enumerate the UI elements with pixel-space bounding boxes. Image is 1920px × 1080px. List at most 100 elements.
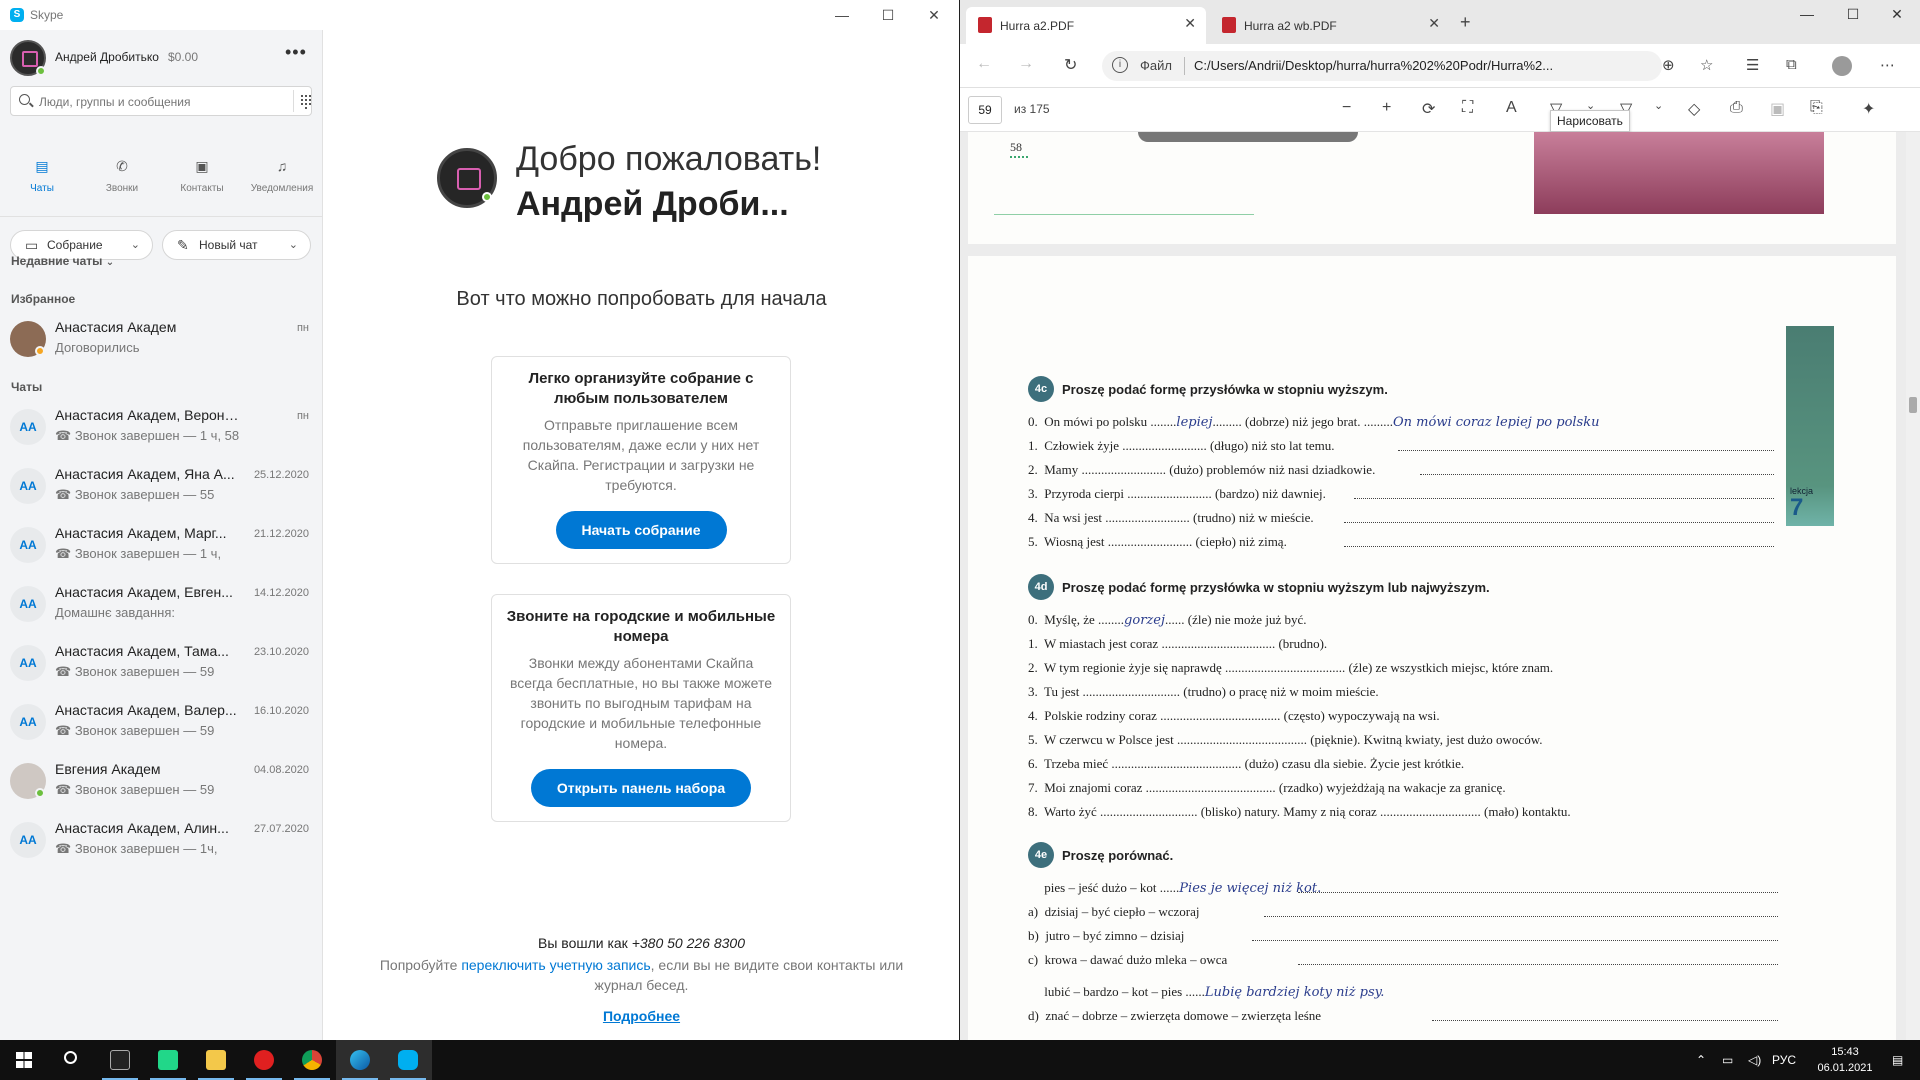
pdf-toolbar: 59 из 175 − + ⟳ ⛶ A ▽ ⌄ ▽ ⌄ ◇ ⎙ ▣ ⎘ ✦ (960, 88, 1920, 132)
clock[interactable]: 15:43 06.01.2021 (1810, 1044, 1880, 1076)
close-tab-icon[interactable]: ✕ (1428, 15, 1440, 32)
learn-more-link[interactable]: Подробнее (324, 1008, 959, 1024)
favorite-star-icon[interactable]: ☆ (1700, 56, 1713, 74)
forward-icon[interactable]: → (1018, 55, 1034, 73)
tab-calls[interactable]: ✆ Звонки (82, 140, 162, 210)
pin-toolbar-icon[interactable]: ✦ (1862, 99, 1875, 119)
volume-icon[interactable]: ◁) (1748, 1053, 1761, 1067)
favorite-chat-item[interactable]: Анастасия Академ Договорились пн (0, 310, 323, 368)
fit-page-icon[interactable]: ⛶ (1462, 99, 1473, 117)
zoom-icon[interactable]: ⊕ (1662, 56, 1675, 74)
rotate-icon[interactable]: ⟳ (1422, 99, 1435, 119)
start-button[interactable] (0, 1040, 48, 1080)
minimize-button[interactable]: — (1784, 6, 1830, 32)
tab-notifications[interactable]: ♫ Уведомления (242, 140, 322, 210)
dialpad-icon[interactable] (293, 90, 315, 112)
chat-item[interactable]: AA Анастасия Академ, Тама... ☎ Звонок за… (0, 634, 323, 692)
save-as-icon[interactable]: ⎘ (1810, 99, 1823, 117)
pdf-viewer[interactable]: 58 lekcja 7 4c Proszę podać formę przysł… (960, 132, 1906, 1040)
start-meeting-button[interactable]: Начать собрание (555, 511, 727, 549)
tab-contacts[interactable]: ▣ Контакты (162, 140, 242, 210)
read-aloud-icon[interactable]: A (1506, 99, 1517, 117)
exercise-line: pies – jeść dużo – kot ......Pies je wię… (1028, 880, 1322, 896)
language-indicator[interactable]: РУС (1772, 1053, 1796, 1067)
chevron-down-icon: ⌄ (288, 239, 298, 251)
exercise-line: 0. Myślę, że ........gorzej...... (źle) … (1028, 612, 1307, 628)
notifications-icon[interactable]: ▤ (1892, 1053, 1903, 1067)
profile-balance[interactable]: $0.00 (168, 50, 198, 64)
zoom-in-icon[interactable]: + (1382, 99, 1391, 117)
maximize-button[interactable]: ☐ (1830, 6, 1876, 32)
chat-item[interactable]: Евгения Академ ☎ Звонок завершен — 59 04… (0, 752, 323, 810)
recent-chats-dropdown[interactable]: Недавние чаты ⌄ (11, 254, 114, 268)
minimize-button[interactable]: — (819, 0, 865, 30)
close-button[interactable]: ✕ (911, 0, 957, 30)
switch-account-link[interactable]: переключить учетную запись (461, 957, 650, 973)
close-tab-icon[interactable]: ✕ (1184, 15, 1196, 32)
collections-icon[interactable]: ⧉ (1786, 56, 1797, 73)
taskbar-pycharm[interactable] (144, 1040, 192, 1080)
chat-date: 23.10.2020 (253, 646, 309, 658)
chat-item[interactable]: AA Анастасия Академ, Яна А... ☎ Звонок з… (0, 457, 323, 515)
back-icon[interactable]: ← (976, 55, 992, 73)
scrollbar-thumb[interactable] (1909, 397, 1917, 413)
terminal-icon (110, 1050, 130, 1070)
new-chat-button[interactable]: ✎ Новый чат ⌄ (162, 230, 311, 260)
tab-chats[interactable]: ▤ Чаты (2, 140, 82, 210)
pdf-scrollbar[interactable] (1906, 132, 1920, 1040)
save-icon[interactable]: ▣ (1770, 99, 1785, 119)
meeting-card: Легко организуйте собрание с любым польз… (491, 356, 791, 564)
taskbar-edge[interactable] (336, 1040, 384, 1080)
search-input[interactable] (39, 92, 279, 112)
online-status-icon (36, 66, 46, 76)
chat-name: Анастасия Академ, Яна А... (55, 466, 235, 482)
page-number-input[interactable]: 59 (968, 96, 1002, 124)
eraser-icon[interactable]: ◇ (1688, 99, 1700, 119)
user-profile-icon[interactable] (1832, 56, 1852, 76)
chat-item[interactable]: AA Анастасия Академ, Валер... ☎ Звонок з… (0, 693, 323, 751)
show-hidden-icons-icon[interactable]: ⌃ (1696, 1053, 1706, 1067)
taskbar-explorer[interactable] (192, 1040, 240, 1080)
search-box[interactable] (10, 86, 312, 116)
chat-item[interactable]: AA Анастасия Академ, Евген... Домашнє за… (0, 575, 323, 633)
taskbar-media-player[interactable] (240, 1040, 288, 1080)
card-description: Отправьте приглашение всем пользователям… (522, 417, 760, 493)
welcome-title: Добро пожаловать! (516, 140, 822, 178)
url-text[interactable]: C:/Users/Andrii/Desktop/hurra/hurra%202%… (1194, 58, 1624, 73)
chat-item[interactable]: AA Анастасия Академ, Марг... ☎ Звонок за… (0, 516, 323, 574)
avatar: AA (10, 586, 46, 622)
network-icon[interactable]: ▭ (1722, 1053, 1733, 1067)
close-button[interactable]: ✕ (1874, 6, 1920, 32)
lesson-number: 7 (1790, 494, 1804, 521)
tooltip: Нарисовать (1550, 110, 1630, 132)
meeting-button-label: Собрание (47, 238, 103, 252)
handwritten-answer: Lubię bardziej koty niż psy. (1204, 985, 1385, 1000)
exercise-line: 6. Trzeba mieć .........................… (1028, 756, 1465, 771)
answer-line (1344, 546, 1774, 547)
exercise-line: 2. Mamy .......................... (dużo… (1028, 462, 1376, 477)
chat-item[interactable]: AA Анастасия Академ, Вероника А... ☎ Зво… (0, 398, 323, 456)
new-tab-icon[interactable]: + (1460, 12, 1471, 33)
exercise-heading: Proszę podać formę przysłówka w stopniu … (1062, 580, 1490, 595)
favorites-list-icon[interactable]: ☰ (1746, 56, 1759, 74)
chat-item[interactable]: AA Анастасия Академ, Алин... ☎ Звонок за… (0, 811, 323, 869)
taskbar-skype[interactable] (384, 1040, 432, 1080)
zoom-out-icon[interactable]: − (1342, 99, 1351, 117)
avatar: AA (10, 645, 46, 681)
taskbar-terminal[interactable] (96, 1040, 144, 1080)
search-button[interactable] (48, 1040, 96, 1080)
card-description: Звонки между абонентами Скайпа всегда бе… (509, 655, 773, 751)
address-bar[interactable]: i Файл C:/Users/Andrii/Desktop/hurra/hur… (1102, 51, 1662, 81)
settings-more-icon[interactable]: ⋯ (1880, 56, 1895, 74)
chevron-down-icon[interactable]: ⌄ (1654, 99, 1663, 112)
card-title: Звоните на городские и мобильные номера (506, 608, 776, 645)
profile-name[interactable]: Андрей Дробитько (55, 50, 159, 64)
taskbar-chrome[interactable] (288, 1040, 336, 1080)
browser-tab-active[interactable]: Hurra a2.PDF ✕ (966, 7, 1206, 44)
open-dialpad-button[interactable]: Открыть панель набора (530, 769, 752, 807)
refresh-icon[interactable]: ↻ (1064, 55, 1077, 75)
browser-tab[interactable]: Hurra a2 wb.PDF ✕ (1210, 7, 1450, 44)
more-options-icon[interactable]: ••• (285, 42, 307, 63)
maximize-button[interactable]: ☐ (865, 0, 911, 30)
print-icon[interactable]: ⎙ (1730, 99, 1743, 117)
